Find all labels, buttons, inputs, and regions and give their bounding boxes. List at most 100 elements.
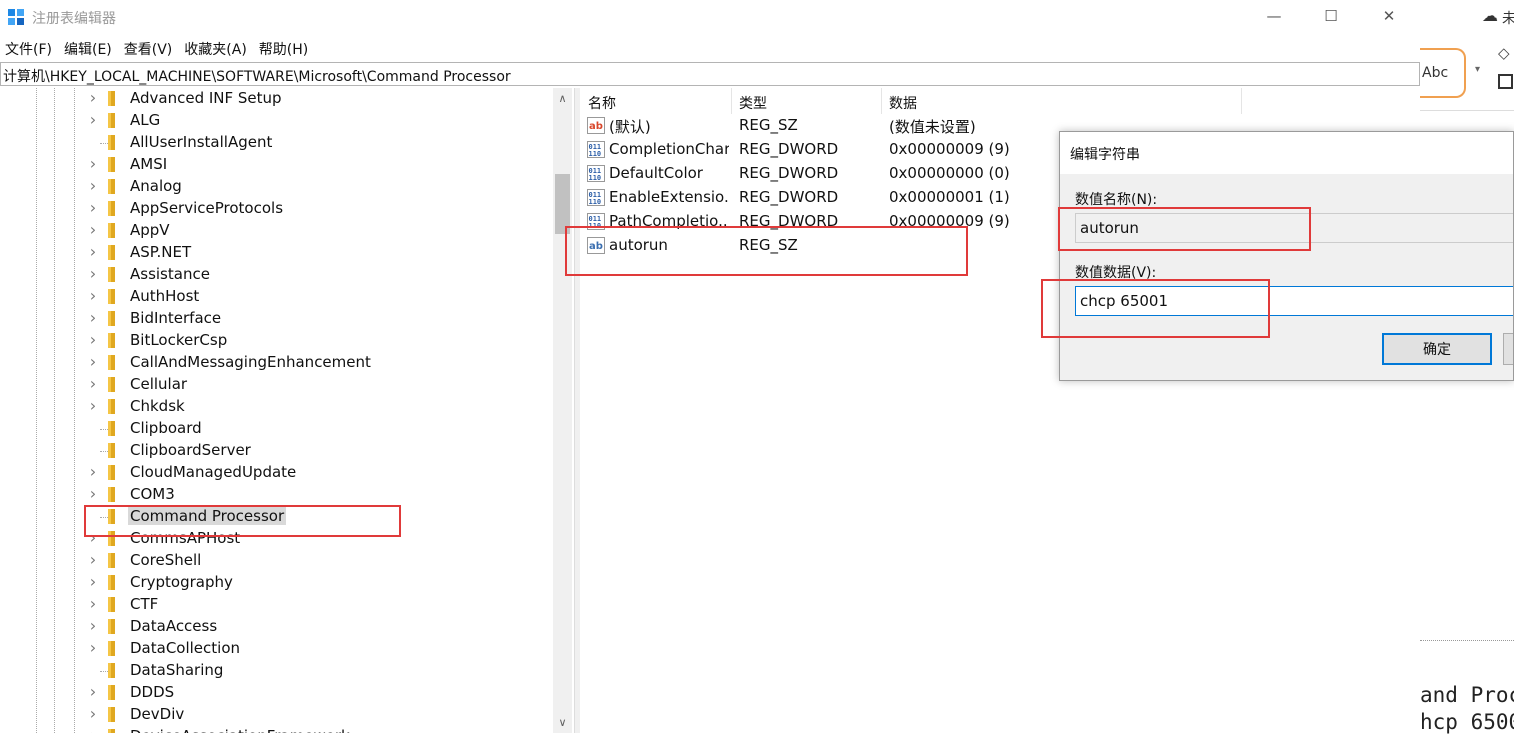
- chevron-right-icon[interactable]: ›: [86, 596, 100, 612]
- chevron-right-icon[interactable]: ›: [86, 464, 100, 480]
- tree-item-label: DataSharing: [130, 661, 224, 679]
- chevron-right-icon[interactable]: ›: [86, 310, 100, 326]
- tree-item[interactable]: Clipboard: [86, 418, 556, 440]
- chevron-right-icon[interactable]: ›: [86, 266, 100, 282]
- tree-item[interactable]: › DataAccess: [86, 616, 556, 638]
- chevron-right-icon[interactable]: ›: [86, 112, 100, 128]
- tree-item[interactable]: › CTF: [86, 594, 556, 616]
- folder-icon: [108, 179, 115, 194]
- chevron-right-icon[interactable]: ›: [86, 706, 100, 722]
- scroll-thumb[interactable]: [555, 174, 570, 234]
- style-abc-button[interactable]: Abc: [1420, 48, 1466, 98]
- tree-item[interactable]: › AMSI: [86, 154, 556, 176]
- ok-button[interactable]: 确定: [1382, 333, 1492, 365]
- chevron-right-icon[interactable]: ›: [86, 728, 100, 734]
- window-title: 注册表编辑器: [32, 11, 116, 27]
- chevron-right-icon[interactable]: ›: [86, 552, 100, 568]
- tree-item[interactable]: › Chkdsk: [86, 396, 556, 418]
- tree-item[interactable]: › Advanced INF Setup: [86, 88, 556, 110]
- chevron-right-icon[interactable]: ›: [86, 376, 100, 392]
- column-header-name[interactable]: 名称: [581, 88, 732, 114]
- cloud-icon: ☁: [1482, 6, 1498, 25]
- svg-text:110: 110: [589, 174, 602, 182]
- tree-item[interactable]: › CoreShell: [86, 550, 556, 572]
- tree-item[interactable]: › CallAndMessagingEnhancement: [86, 352, 556, 374]
- chevron-right-icon[interactable]: ›: [86, 530, 100, 546]
- folder-icon: [108, 113, 115, 128]
- menu-file[interactable]: 文件(F): [0, 36, 59, 60]
- chevron-right-icon[interactable]: ›: [86, 354, 100, 370]
- tree-item[interactable]: › COM3: [86, 484, 556, 506]
- chevron-right-icon[interactable]: ›: [86, 332, 100, 348]
- folder-icon: [108, 553, 115, 568]
- value-type: REG_SZ: [739, 116, 798, 134]
- tree-item[interactable]: › Cellular: [86, 374, 556, 396]
- menu-help[interactable]: 帮助(H): [254, 36, 315, 60]
- pane-splitter[interactable]: [574, 88, 580, 733]
- close-button[interactable]: ✕: [1360, 0, 1418, 32]
- menu-edit[interactable]: 编辑(E): [59, 36, 119, 60]
- value-name: autorun: [609, 236, 668, 254]
- address-bar[interactable]: 计算机\HKEY_LOCAL_MACHINE\SOFTWARE\Microsof…: [0, 62, 1420, 86]
- tree-item[interactable]: › AppV: [86, 220, 556, 242]
- svg-text:ab: ab: [589, 121, 603, 132]
- tree-item[interactable]: AllUserInstallAgent: [86, 132, 556, 154]
- chevron-right-icon[interactable]: ›: [86, 640, 100, 656]
- chevron-right-icon[interactable]: ›: [86, 178, 100, 194]
- chevron-right-icon[interactable]: ›: [86, 200, 100, 216]
- tree-item[interactable]: › BidInterface: [86, 308, 556, 330]
- chevron-right-icon[interactable]: ›: [86, 618, 100, 634]
- value-type: REG_SZ: [739, 236, 798, 254]
- chevron-right-icon[interactable]: ›: [86, 222, 100, 238]
- tree-item[interactable]: › Cryptography: [86, 572, 556, 594]
- tree-item[interactable]: ClipboardServer: [86, 440, 556, 462]
- tree-item[interactable]: › BitLockerCsp: [86, 330, 556, 352]
- folder-icon: [108, 157, 115, 172]
- tree-item[interactable]: › CloudManagedUpdate: [86, 462, 556, 484]
- scroll-down-icon[interactable]: ∨: [553, 714, 572, 731]
- folder-icon: [108, 333, 115, 348]
- chevron-right-icon[interactable]: ›: [86, 486, 100, 502]
- menu-favorites[interactable]: 收藏夹(A): [179, 36, 254, 60]
- tree-item[interactable]: › Assistance: [86, 264, 556, 286]
- scroll-up-icon[interactable]: ∧: [553, 90, 572, 107]
- chevron-right-icon[interactable]: ›: [86, 288, 100, 304]
- column-header-type[interactable]: 类型: [732, 88, 882, 114]
- folder-icon: [108, 91, 115, 106]
- chevron-right-icon[interactable]: ›: [86, 156, 100, 172]
- tree-item[interactable]: DataSharing: [86, 660, 556, 682]
- chevron-right-icon[interactable]: ›: [86, 574, 100, 590]
- folder-icon: [108, 619, 115, 634]
- tree-item-label: DevDiv: [130, 705, 185, 723]
- tree-scrollbar[interactable]: ∧ ∨: [553, 88, 572, 733]
- cancel-button[interactable]: [1503, 333, 1513, 365]
- tree-item[interactable]: › ALG: [86, 110, 556, 132]
- chevron-right-icon[interactable]: ›: [86, 244, 100, 260]
- tree-item[interactable]: › AuthHost: [86, 286, 556, 308]
- chevron-right-icon[interactable]: ›: [86, 398, 100, 414]
- chevron-right-icon[interactable]: ›: [86, 90, 100, 106]
- maximize-button[interactable]: ☐: [1302, 0, 1360, 32]
- tree-item[interactable]: › DataCollection: [86, 638, 556, 660]
- tree-item[interactable]: › AppServiceProtocols: [86, 198, 556, 220]
- minimize-button[interactable]: —: [1245, 0, 1303, 32]
- column-header-data[interactable]: 数据: [882, 88, 1242, 114]
- tree-item-label: ALG: [130, 111, 161, 129]
- value-type: REG_DWORD: [739, 140, 839, 158]
- dropdown-icon[interactable]: ▾: [1475, 64, 1480, 75]
- value-data-input[interactable]: chcp 65001: [1075, 286, 1513, 316]
- value-name-field[interactable]: autorun: [1075, 213, 1513, 243]
- tree-item-label: DataAccess: [130, 617, 218, 635]
- chevron-right-icon[interactable]: ›: [86, 684, 100, 700]
- tree-item[interactable]: › Analog: [86, 176, 556, 198]
- tree-item-label: DDDS: [130, 683, 175, 701]
- tree-item[interactable]: › CommsAPHost: [86, 528, 556, 550]
- tree-item[interactable]: Command Processor: [86, 506, 556, 528]
- background-dotted-line: [1420, 640, 1514, 641]
- tree-item-label: AppV: [130, 221, 170, 239]
- menu-view[interactable]: 查看(V): [119, 36, 180, 60]
- tree-item[interactable]: › ASP.NET: [86, 242, 556, 264]
- tree-item[interactable]: › DeviceAssociationFramework: [86, 726, 556, 733]
- tree-item[interactable]: › DevDiv: [86, 704, 556, 726]
- tree-item[interactable]: › DDDS: [86, 682, 556, 704]
